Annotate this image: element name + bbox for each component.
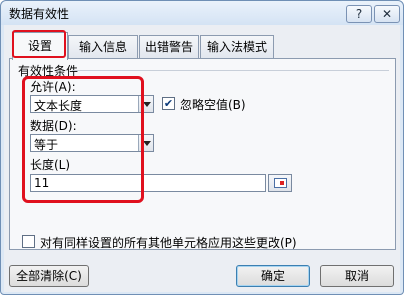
data-operator-value: 等于 (34, 138, 59, 152)
tab-ime-mode[interactable]: 输入法模式 (200, 35, 274, 59)
ignore-blank-label: 忽略空值(B) (180, 98, 246, 112)
dialog-body: 输入信息 出错警告 输入法模式 有效性条件 允许(A): 文本长度 ✔ 忽略空值… (4, 25, 400, 292)
settings-panel: 有效性条件 允许(A): 文本长度 ✔ 忽略空值(B) 数据(D): 等于 长度… (9, 58, 396, 250)
chevron-down-icon[interactable] (138, 135, 153, 151)
allow-label: 允许(A): (30, 80, 76, 94)
allow-select[interactable]: 文本长度 (30, 95, 154, 113)
help-button[interactable]: ? (346, 5, 372, 23)
apply-all-checkbox[interactable] (22, 235, 35, 248)
clear-all-button[interactable]: 全部清除(C) (9, 265, 89, 287)
close-button[interactable]: ✕ (374, 5, 400, 23)
length-label: 长度(L) (30, 158, 71, 172)
tab-settings[interactable]: 设置 (12, 32, 68, 60)
title-bar: 数据有效性 ? ✕ (1, 1, 403, 25)
chevron-down-icon[interactable] (138, 96, 153, 112)
range-select-button[interactable] (268, 174, 292, 192)
ok-button[interactable]: 确定 (236, 265, 310, 287)
section-divider (72, 70, 389, 71)
validation-criteria-title: 有效性条件 (18, 64, 79, 78)
tab-input-message[interactable]: 输入信息 (68, 35, 138, 59)
length-input-value: 11 (34, 176, 50, 190)
help-icon: ? (355, 7, 363, 21)
data-label: 数据(D): (30, 119, 77, 133)
ignore-blank-checkbox[interactable]: ✔ (162, 97, 175, 110)
cancel-button[interactable]: 取消 (320, 265, 394, 287)
allow-select-value: 文本长度 (34, 99, 83, 113)
tab-error-alert[interactable]: 出错警告 (139, 35, 199, 59)
data-validation-dialog: 数据有效性 ? ✕ 输入信息 出错警告 输入法模式 有效性条件 允许(A): 文… (0, 0, 404, 295)
length-input[interactable]: 11 (30, 174, 266, 192)
range-select-icon (274, 178, 287, 188)
dialog-title: 数据有效性 (9, 7, 70, 21)
apply-all-label: 对有同样设置的所有其他单元格应用这些更改(P) (40, 236, 297, 250)
close-icon: ✕ (381, 7, 393, 21)
check-icon: ✔ (163, 97, 174, 110)
data-operator-select[interactable]: 等于 (30, 134, 154, 152)
